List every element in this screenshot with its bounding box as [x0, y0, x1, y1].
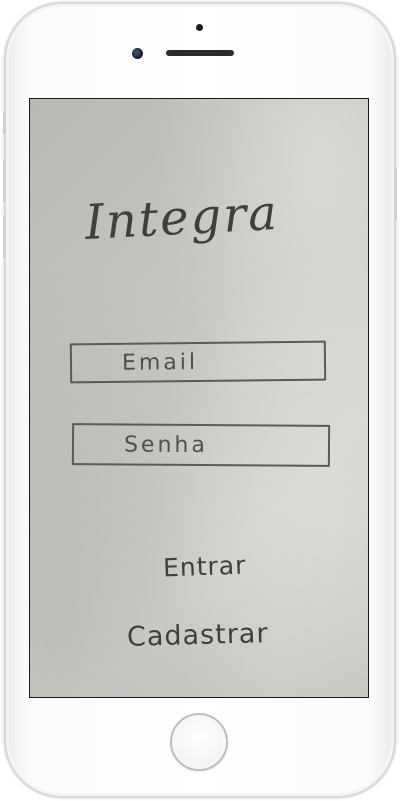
- home-button[interactable]: [170, 713, 228, 771]
- phone-device: Integra Entrar Cadastrar: [0, 0, 400, 801]
- cadastrar-button[interactable]: Cadastrar: [127, 618, 269, 653]
- login-screen: Integra Entrar Cadastrar: [30, 99, 368, 697]
- volume-down-button: [3, 216, 6, 258]
- screen: Integra Entrar Cadastrar: [29, 98, 369, 698]
- proximity-sensor-icon: [196, 24, 203, 31]
- entrar-button[interactable]: Entrar: [163, 551, 247, 583]
- volume-up-button: [3, 160, 6, 202]
- mute-switch: [3, 112, 6, 134]
- front-camera-icon: [132, 48, 143, 59]
- earpiece-speaker-icon: [166, 50, 234, 56]
- email-field[interactable]: [69, 340, 327, 384]
- password-field[interactable]: [71, 423, 331, 467]
- app-title: Integra: [83, 184, 281, 251]
- power-button: [394, 168, 397, 220]
